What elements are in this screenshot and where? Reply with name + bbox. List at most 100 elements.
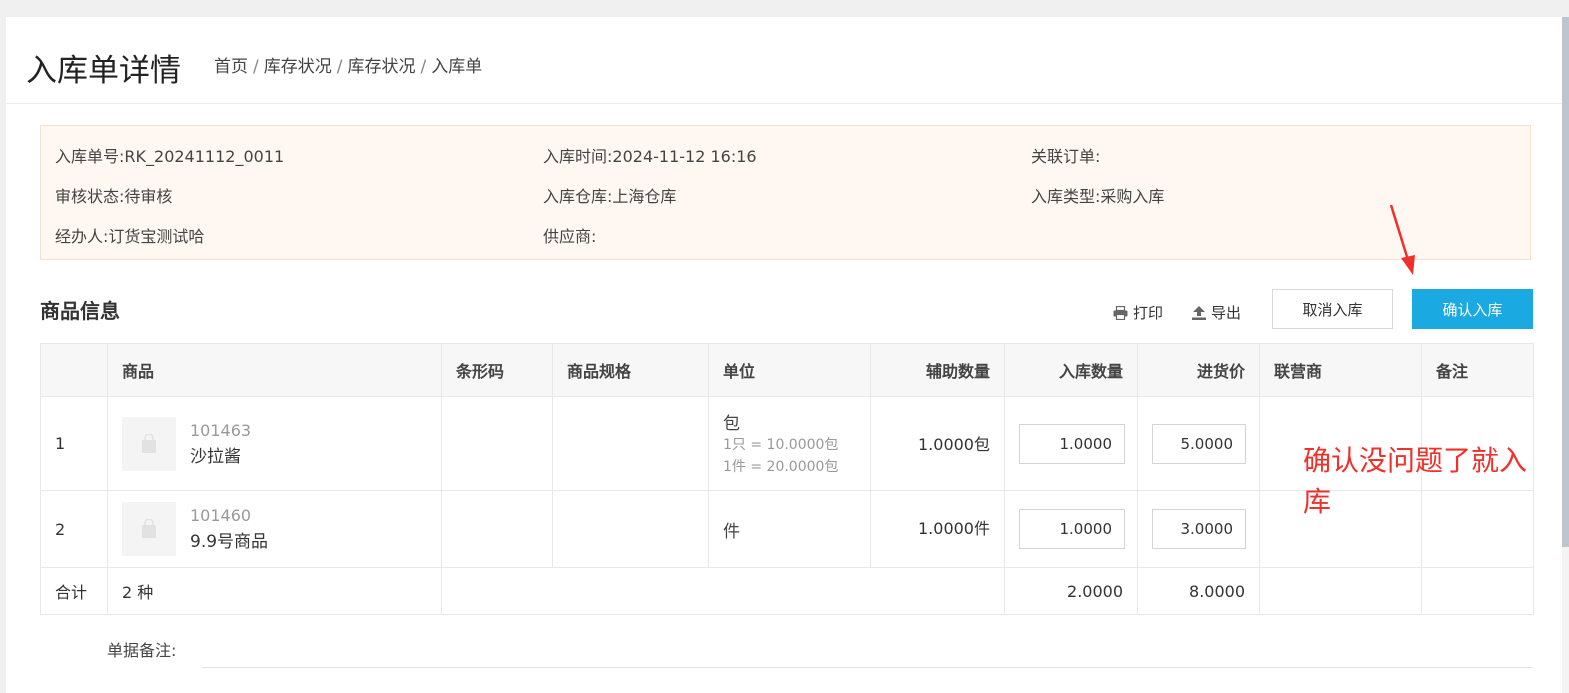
- in-type-value: 采购入库: [1100, 187, 1165, 206]
- supplier: 供应商:: [543, 223, 596, 247]
- vertical-scrollbar[interactable]: [1562, 17, 1569, 693]
- warehouse-value: 上海仓库: [612, 187, 677, 206]
- breadcrumb-inventory-sub[interactable]: 库存状况: [347, 57, 415, 77]
- breadcrumb: 首页 / 库存状况 / 库存状况 / 入库单: [214, 52, 482, 77]
- product-cell: 101460 9.9号商品: [107, 490, 442, 568]
- col-unit: 单位: [708, 343, 871, 397]
- price-cell: [1137, 396, 1260, 491]
- price-cell: [1137, 490, 1260, 568]
- audit-status-value: 待审核: [124, 187, 173, 206]
- print-label: 打印: [1133, 304, 1164, 322]
- product-cell: 101463 沙拉酱: [107, 396, 442, 491]
- order-info-panel: 入库单号:RK_20241112_0011 入库时间:2024-11-12 16…: [40, 125, 1531, 260]
- section-title: 商品信息: [40, 299, 120, 323]
- page-title: 入库单详情: [26, 53, 181, 89]
- aux-qty-cell: 1.0000件: [870, 490, 1005, 568]
- unit-conversion: 1只 = 10.0000包: [723, 437, 839, 453]
- total-row: 合计 2 种 2.0000 8.0000: [40, 567, 1534, 615]
- page-card: 入库单详情 首页 / 库存状况 / 库存状况 / 入库单 入库单号:RK_20241112_…: [6, 17, 1562, 693]
- row-index: 1: [40, 396, 108, 491]
- audit-status: 审核状态:待审核: [55, 183, 172, 207]
- col-partner: 联营商: [1259, 343, 1422, 397]
- cancel-stock-in-button[interactable]: 取消入库: [1272, 289, 1393, 329]
- order-number: 入库单号:RK_20241112_0011: [55, 143, 284, 167]
- shopping-bag-icon: [142, 433, 156, 453]
- export-button[interactable]: 导出: [1192, 302, 1241, 323]
- annotation-arrow-icon: [1389, 204, 1415, 275]
- handler: 经办人:订货宝测试哈: [55, 223, 204, 247]
- product-sku: 101463: [190, 420, 252, 440]
- in-time-value: 2024-11-12 16:16: [612, 147, 757, 166]
- table-header-row: 商品 条形码 商品规格 单位 辅助数量 入库数量 进货价 联营商 备注: [40, 343, 1534, 397]
- product-image-placeholder: [122, 416, 176, 471]
- total-partner-cell: [1259, 567, 1422, 615]
- in-qty-cell: [1004, 490, 1138, 568]
- in-time: 入库时间:2024-11-12 16:16: [543, 143, 757, 167]
- total-price: 8.0000: [1137, 567, 1260, 615]
- breadcrumb-current: 入库单: [431, 57, 483, 77]
- col-index: [40, 343, 108, 397]
- total-label: 合计: [40, 567, 108, 615]
- shopping-bag-icon: [142, 519, 156, 538]
- print-button[interactable]: 打印: [1113, 302, 1163, 323]
- upload-icon: [1192, 305, 1206, 320]
- warehouse: 入库仓库:上海仓库: [543, 183, 676, 207]
- total-empty-cell: [441, 567, 1005, 615]
- handler-label: 经办人:: [55, 227, 109, 246]
- related-order-label: 关联订单:: [1031, 147, 1101, 166]
- spec-cell: [552, 396, 709, 491]
- product-image-placeholder: [122, 502, 176, 556]
- in-time-label: 入库时间:: [543, 147, 613, 166]
- order-number-label: 入库单号:: [55, 147, 125, 166]
- in-type-label: 入库类型:: [1031, 187, 1101, 206]
- spec-cell: [552, 490, 709, 568]
- price-input[interactable]: [1152, 423, 1246, 464]
- col-aux-qty: 辅助数量: [870, 343, 1005, 397]
- order-number-value: RK_20241112_0011: [124, 147, 285, 166]
- barcode-cell: [441, 396, 553, 491]
- total-in-qty: 2.0000: [1004, 567, 1138, 615]
- col-barcode: 条形码: [441, 343, 553, 397]
- export-label: 导出: [1211, 304, 1242, 322]
- scrollbar-thumb[interactable]: [1562, 17, 1569, 547]
- printer-icon: [1113, 305, 1128, 320]
- col-spec: 商品规格: [552, 343, 709, 397]
- price-input[interactable]: [1152, 509, 1246, 549]
- aux-qty-cell: 1.0000包: [870, 396, 1005, 491]
- in-qty-input[interactable]: [1019, 423, 1125, 464]
- breadcrumb-inventory[interactable]: 库存状况: [264, 57, 332, 77]
- col-price: 进货价: [1137, 343, 1260, 397]
- product-sku: 101460: [190, 506, 252, 525]
- supplier-label: 供应商:: [543, 227, 597, 246]
- remark-field[interactable]: [202, 667, 1533, 668]
- warehouse-label: 入库仓库:: [543, 187, 613, 206]
- unit-conversion: 1件 = 20.0000包: [723, 459, 839, 475]
- audit-status-label: 审核状态:: [55, 187, 125, 206]
- product-name: 9.9号商品: [190, 532, 269, 552]
- breadcrumb-home[interactable]: 首页: [214, 57, 248, 77]
- header-divider: [6, 103, 1562, 104]
- total-kinds: 2 种: [107, 567, 442, 615]
- row-index: 2: [40, 490, 108, 568]
- in-type: 入库类型:采购入库: [1031, 183, 1164, 207]
- confirm-stock-in-button[interactable]: 确认入库: [1412, 289, 1533, 329]
- in-qty-cell: [1004, 396, 1138, 491]
- annotation-text: 确认没问题了就入库: [1303, 444, 1528, 518]
- handler-value: 订货宝测试哈: [108, 227, 205, 246]
- related-order: 关联订单:: [1031, 143, 1100, 167]
- total-note-cell: [1421, 567, 1534, 615]
- col-in-qty: 入库数量: [1004, 343, 1138, 397]
- breadcrumb-separator: /: [336, 57, 343, 77]
- in-qty-input[interactable]: [1019, 509, 1125, 549]
- breadcrumb-separator: /: [253, 57, 259, 77]
- breadcrumb-separator: /: [420, 57, 427, 77]
- col-note: 备注: [1421, 343, 1534, 397]
- barcode-cell: [441, 490, 553, 568]
- product-name: 沙拉酱: [190, 446, 241, 467]
- unit-cell: 件: [708, 490, 871, 568]
- unit-value: 包: [723, 414, 740, 434]
- remark-label: 单据备注:: [107, 641, 177, 660]
- unit-cell: 包 1只 = 10.0000包 1件 = 20.0000包: [708, 396, 871, 491]
- unit-value: 件: [723, 521, 740, 542]
- col-product: 商品: [107, 343, 442, 397]
